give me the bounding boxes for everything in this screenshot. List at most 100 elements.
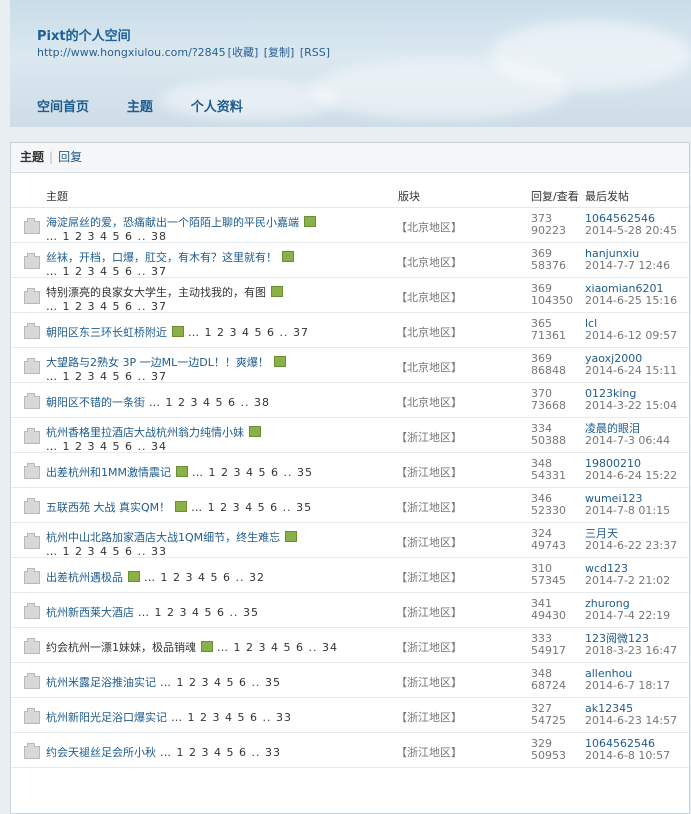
last-post: yaoxj2000 2014-6-24 15:11	[585, 353, 677, 377]
thread-title-line: 海淀屌丝的爱，恐痛献出一个陌陌上聊的平民小嘉端	[46, 214, 316, 230]
thread-forum[interactable]: 【北京地区】	[396, 254, 462, 270]
thread-pages[interactable]: … 1 2 3 4 5 6 .. 35	[192, 466, 313, 479]
table-row: 朝阳区不错的一条街 … 1 2 3 4 5 6 .. 38 【北京地区】 370 736…	[11, 383, 689, 418]
table-row: 杭州米露足浴推油实记 … 1 2 3 4 5 6 .. 35 【浙江地区】 348 68…	[11, 663, 689, 698]
thread-title[interactable]: 海淀屌丝的爱，恐痛献出一个陌陌上聊的平民小嘉端	[46, 216, 299, 229]
thread-title-line: 五联西苑 大战 真实QM！ … 1 2 3 4 5 6 .. 35	[46, 499, 312, 515]
thread-forum[interactable]: 【浙江地区】	[396, 674, 462, 690]
table-row: 丝袜，开档，口爆，肛交，有木有？这里就有！… 1 2 3 4 5 6 .. 37…	[11, 243, 689, 278]
last-post: 19800210 2014-6-24 15:22	[585, 458, 677, 482]
nav-home[interactable]: 空间首页	[37, 96, 89, 115]
last-post: lcl 2014-6-12 09:57	[585, 318, 677, 342]
tab-separator: |	[49, 150, 54, 164]
thread-title[interactable]: 丝袜，开档，口爆，肛交，有木有？这里就有！	[46, 251, 277, 264]
thread-pages[interactable]: … 1 2 3 4 5 6 .. 37	[46, 370, 167, 383]
view-count: 50388	[531, 434, 566, 447]
thread-pages[interactable]: … 1 2 3 4 5 6 .. 34	[217, 641, 338, 654]
thread-title[interactable]: 约会天褪丝足会所小秋	[46, 746, 156, 759]
last-post: xiaomian6201 2014-6-25 15:16	[585, 283, 677, 307]
thread-forum[interactable]: 【浙江地区】	[396, 464, 462, 480]
thread-title-line: 约会天褪丝足会所小秋 … 1 2 3 4 5 6 .. 33	[46, 744, 281, 760]
thread-forum[interactable]: 【北京地区】	[396, 219, 462, 235]
thread-pages[interactable]: … 1 2 3 4 5 6 .. 33	[171, 711, 292, 724]
last-post: allenhou 2014-6-7 18:17	[585, 668, 670, 692]
view-count: 52330	[531, 504, 566, 517]
thread-pages[interactable]: … 1 2 3 4 5 6 .. 37	[46, 265, 167, 278]
favorite-link[interactable]: [收藏]	[228, 46, 259, 59]
thread-title-line: 杭州米露足浴推油实记 … 1 2 3 4 5 6 .. 35	[46, 674, 281, 690]
thread-title[interactable]: 大望路与2熟女 3P 一边ML一边DL！！爽爆！	[46, 356, 269, 369]
col-topic: 主题	[46, 190, 68, 203]
nav-profile[interactable]: 个人资料	[191, 96, 243, 115]
thread-pages[interactable]: … 1 2 3 4 5 6 .. 38	[149, 396, 270, 409]
thread-title-line: 特别漂亮的良家女大学生，主动找我的，有图	[46, 284, 283, 300]
thread-title-line: 约会杭州一漂1妹妹，极品销魂 … 1 2 3 4 5 6 .. 34	[46, 639, 338, 655]
image-attachment-icon	[282, 251, 294, 262]
reply-view-counts: 369 86848	[531, 353, 566, 377]
thread-title[interactable]: 杭州新阳光足浴口爆实记	[46, 711, 167, 724]
thread-title[interactable]: 五联西苑 大战 真实QM！	[46, 501, 170, 514]
nav-topics[interactable]: 主题	[127, 96, 153, 115]
table-row: 杭州新阳光足浴口爆实记 … 1 2 3 4 5 6 .. 33 【浙江地区】 327 5…	[11, 698, 689, 733]
thread-pages[interactable]: … 1 2 3 4 5 6 .. 35	[138, 606, 259, 619]
space-url[interactable]: http://www.hongxiulou.com/?2845	[37, 46, 226, 59]
thread-title-line: 杭州新阳光足浴口爆实记 … 1 2 3 4 5 6 .. 33	[46, 709, 292, 725]
thread-title[interactable]: 特别漂亮的良家女大学生，主动找我的，有图	[46, 286, 266, 299]
image-attachment-icon	[172, 326, 184, 337]
view-count: 58376	[531, 259, 566, 272]
tab-replies[interactable]: 回复	[58, 150, 82, 164]
thread-pages[interactable]: … 1 2 3 4 5 6 .. 35	[191, 501, 312, 514]
image-attachment-icon	[201, 641, 213, 652]
thread-forum[interactable]: 【浙江地区】	[396, 569, 462, 585]
thread-forum[interactable]: 【浙江地区】	[396, 429, 462, 445]
reply-view-counts: 329 50953	[531, 738, 566, 762]
last-post-time: 2014-7-8 01:15	[585, 504, 671, 517]
thread-pages[interactable]: … 1 2 3 4 5 6 .. 35	[160, 676, 281, 689]
rss-link[interactable]: [RSS]	[300, 46, 330, 59]
thread-pages[interactable]: … 1 2 3 4 5 6 .. 33	[46, 545, 167, 558]
thread-title[interactable]: 出差杭州遇极品	[46, 571, 123, 584]
table-row: 大望路与2熟女 3P 一边ML一边DL！！爽爆！… 1 2 3 4 5 6 ..…	[11, 348, 689, 383]
thread-pages[interactable]: … 1 2 3 4 5 6 .. 32	[144, 571, 265, 584]
table-row: 五联西苑 大战 真实QM！ … 1 2 3 4 5 6 .. 35 【浙江地区】 34…	[11, 488, 689, 523]
reply-view-counts: 324 49743	[531, 528, 566, 552]
thread-forum[interactable]: 【浙江地区】	[396, 534, 462, 550]
reply-view-counts: 348 68724	[531, 668, 566, 692]
thread-title[interactable]: 杭州新西莱大酒店	[46, 606, 134, 619]
thread-pages[interactable]: … 1 2 3 4 5 6 .. 37	[46, 300, 167, 313]
last-post: 0123king 2014-3-22 15:04	[585, 388, 677, 412]
thread-title[interactable]: 出差杭州和1MM激情震记	[46, 466, 171, 479]
thread-title[interactable]: 约会杭州一漂1妹妹，极品销魂	[46, 641, 196, 654]
thread-title[interactable]: 杭州米露足浴推油实记	[46, 676, 156, 689]
folder-icon	[24, 673, 40, 689]
image-attachment-icon	[273, 356, 286, 367]
thread-forum[interactable]: 【浙江地区】	[396, 604, 462, 620]
view-count: 54331	[531, 469, 566, 482]
thread-forum[interactable]: 【浙江地区】	[396, 709, 462, 725]
thread-title[interactable]: 杭州香格里拉酒店大战杭州翁力纯情小妹	[46, 426, 244, 439]
thread-forum[interactable]: 【北京地区】	[396, 324, 462, 340]
thread-pages[interactable]: … 1 2 3 4 5 6 .. 38	[46, 230, 167, 243]
thread-pages[interactable]: … 1 2 3 4 5 6 .. 34	[46, 440, 167, 453]
thread-title[interactable]: 朝阳区东三环长虹桥附近	[46, 326, 167, 339]
thread-forum[interactable]: 【浙江地区】	[396, 639, 462, 655]
last-post-time: 2014-6-23 14:57	[585, 714, 678, 727]
thread-pages[interactable]: … 1 2 3 4 5 6 .. 33	[160, 746, 281, 759]
last-post-time: 2014-3-22 15:04	[585, 399, 678, 412]
image-attachment-icon	[128, 571, 140, 582]
view-count: 49743	[531, 539, 566, 552]
copy-link[interactable]: [复制]	[264, 46, 295, 59]
thread-forum[interactable]: 【北京地区】	[396, 394, 462, 410]
thread-forum[interactable]: 【浙江地区】	[396, 744, 462, 760]
thread-forum[interactable]: 【北京地区】	[396, 359, 462, 375]
image-attachment-icon	[271, 286, 283, 297]
table-row: 特别漂亮的良家女大学生，主动找我的，有图… 1 2 3 4 5 6 .. 37 【…	[11, 278, 689, 313]
thread-title[interactable]: 朝阳区不错的一条街	[46, 396, 145, 409]
tab-topics[interactable]: 主题	[20, 150, 44, 164]
thread-title[interactable]: 杭州中山北路加家酒店大战1QM细节，终生难忘	[46, 531, 280, 544]
last-post: 凌晨的眼泪 2014-7-3 06:44	[585, 423, 670, 447]
thread-pages[interactable]: … 1 2 3 4 5 6 .. 37	[188, 326, 309, 339]
thread-forum[interactable]: 【浙江地区】	[396, 499, 462, 515]
thread-forum[interactable]: 【北京地区】	[396, 289, 462, 305]
last-post-time: 2014-6-8 10:57	[585, 749, 671, 762]
